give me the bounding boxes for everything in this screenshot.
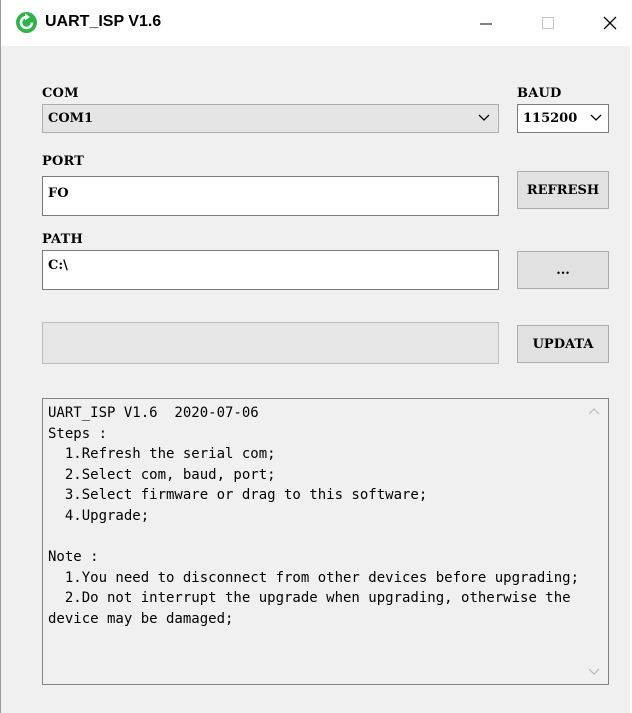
baud-select[interactable]: 115200 [517, 104, 609, 133]
close-icon [603, 16, 617, 30]
path-field-value: C:\ [48, 258, 68, 273]
close-button[interactable] [587, 0, 632, 46]
path-label: PATH [42, 232, 83, 247]
chevron-down-icon [478, 114, 490, 121]
maximize-button[interactable] [525, 0, 571, 46]
browse-button[interactable]: ... [517, 251, 609, 289]
scroll-down-icon[interactable] [588, 668, 600, 676]
title-bar[interactable]: UART_ISP V1.6 [1, 0, 631, 46]
com-select-value: COM1 [48, 111, 94, 126]
com-select[interactable]: COM1 [42, 104, 499, 133]
refresh-button[interactable]: REFRESH [517, 171, 609, 209]
port-field-value: FO [48, 186, 69, 201]
window-title: UART_ISP V1.6 [45, 13, 162, 30]
update-button[interactable]: UPDATA [517, 325, 609, 363]
app-window: UART_ISP V1.6 COM COM1 BAUD 115200 PORT … [0, 0, 631, 713]
scroll-up-icon[interactable] [588, 407, 600, 415]
log-textarea[interactable]: UART_ISP V1.6 2020-07-06 Steps : 1.Refre… [42, 398, 609, 685]
log-text: UART_ISP V1.6 2020-07-06 Steps : 1.Refre… [48, 405, 580, 627]
chevron-down-icon [590, 114, 602, 121]
port-label: PORT [42, 154, 85, 169]
baud-select-value: 115200 [523, 111, 578, 126]
baud-label: BAUD [517, 86, 562, 101]
refresh-arrow-icon [16, 12, 37, 33]
progress-bar [42, 322, 499, 364]
minimize-icon [480, 23, 492, 25]
path-field[interactable]: C:\ [42, 250, 499, 290]
maximize-icon [542, 17, 554, 29]
minimize-button[interactable] [463, 0, 509, 46]
port-field[interactable]: FO [42, 176, 499, 216]
com-label: COM [42, 86, 79, 101]
